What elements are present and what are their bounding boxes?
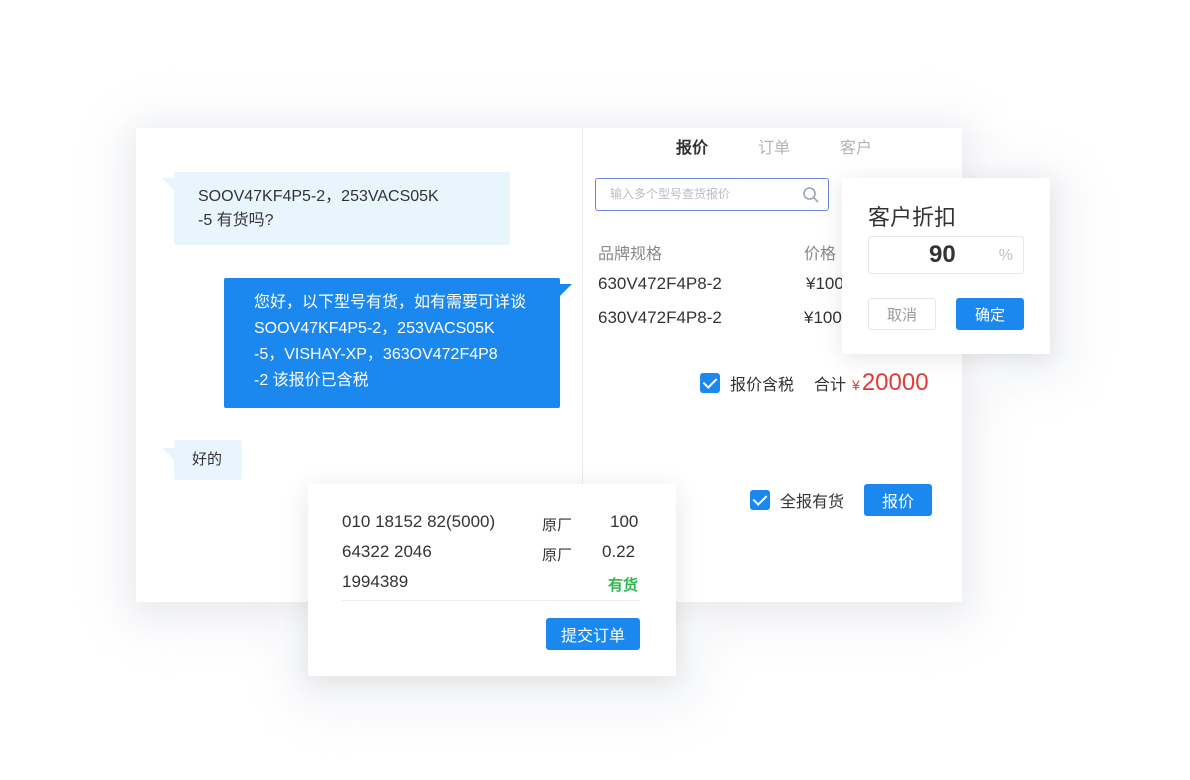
table-cell-spec: 630V472F4P8-2 (598, 274, 722, 293)
all-in-stock-option[interactable]: 全报有货 (750, 488, 844, 512)
message-line: -2 该报价已含税 (254, 372, 369, 389)
checkbox-checked-icon[interactable] (700, 373, 720, 393)
search-icon[interactable] (802, 186, 820, 204)
tax-included-option[interactable]: 报价含税 (700, 371, 794, 395)
tab-order[interactable]: 订单 (758, 134, 790, 158)
search-input[interactable] (596, 179, 786, 209)
tab-customer[interactable]: 客户 (840, 134, 872, 158)
customer-discount-popup: 客户折扣 90 % 取消 确定 (842, 178, 1050, 354)
column-header-price: 价格 (804, 246, 837, 263)
table-cell-price: ¥100 (804, 308, 842, 327)
quote-button[interactable]: 报价 (864, 484, 932, 516)
in-stock-badge: 有货 (608, 577, 639, 594)
order-part-number: 64322 2046 (342, 542, 432, 561)
message-line: -5 有货吗? (198, 212, 274, 229)
order-value: 0.22 (602, 542, 636, 561)
message-line: SOOV47KF4P5-2，253VACS05K (198, 188, 439, 205)
column-header-brand-spec: 品牌规格 (598, 246, 663, 263)
stage: SOOV47KF4P5-2，253VACS05K -5 有货吗? 您好，以下型号… (0, 0, 1190, 780)
total-amount: 合计 ¥ 20000 (814, 369, 929, 397)
total-currency: ¥ (852, 377, 860, 393)
confirm-button[interactable]: 确定 (956, 298, 1024, 330)
order-popup: 010 18152 82(5000) 原厂 100 64322 2046 原厂 … (308, 484, 676, 676)
discount-unit: % (998, 247, 1013, 264)
discount-value: 90 (929, 241, 956, 268)
order-brand: 原厂 (542, 517, 573, 534)
tab-quote[interactable]: 报价 (676, 134, 708, 158)
discount-title: 客户折扣 (868, 205, 957, 230)
tab-bar: 报价 订单 客户 (676, 134, 872, 158)
incoming-message-1: SOOV47KF4P5-2，253VACS05K -5 有货吗? (162, 172, 510, 245)
message-line: SOOV47KF4P5-2，253VACS05K (254, 320, 495, 337)
incoming-message-2: 好的 (162, 440, 242, 480)
tax-included-label: 报价含税 (730, 377, 795, 394)
discount-input[interactable]: 90 % (868, 236, 1024, 274)
all-in-stock-label: 全报有货 (780, 494, 845, 511)
order-part-number: 010 18152 82(5000) (342, 512, 496, 531)
total-value: 20000 (861, 369, 929, 396)
message-line: 您好，以下型号有货，如有需要可详谈 (254, 294, 527, 311)
cancel-button[interactable]: 取消 (868, 298, 936, 330)
order-part-number: 1994389 (342, 572, 409, 591)
outgoing-message: 您好，以下型号有货，如有需要可详谈 SOOV47KF4P5-2，253VACS0… (224, 278, 572, 408)
table-cell-spec: 630V472F4P8-2 (598, 308, 722, 327)
order-value: 100 (610, 512, 639, 531)
total-label: 合计 (814, 377, 847, 394)
divider (342, 600, 640, 601)
checkbox-checked-icon[interactable] (750, 490, 770, 510)
table-cell-price: ¥100 (806, 274, 844, 293)
search-box (595, 178, 829, 211)
order-brand: 原厂 (542, 547, 573, 564)
message-line: -5，VISHAY-XP，363OV472F4P8 (254, 346, 498, 363)
submit-order-button[interactable]: 提交订单 (546, 618, 640, 650)
